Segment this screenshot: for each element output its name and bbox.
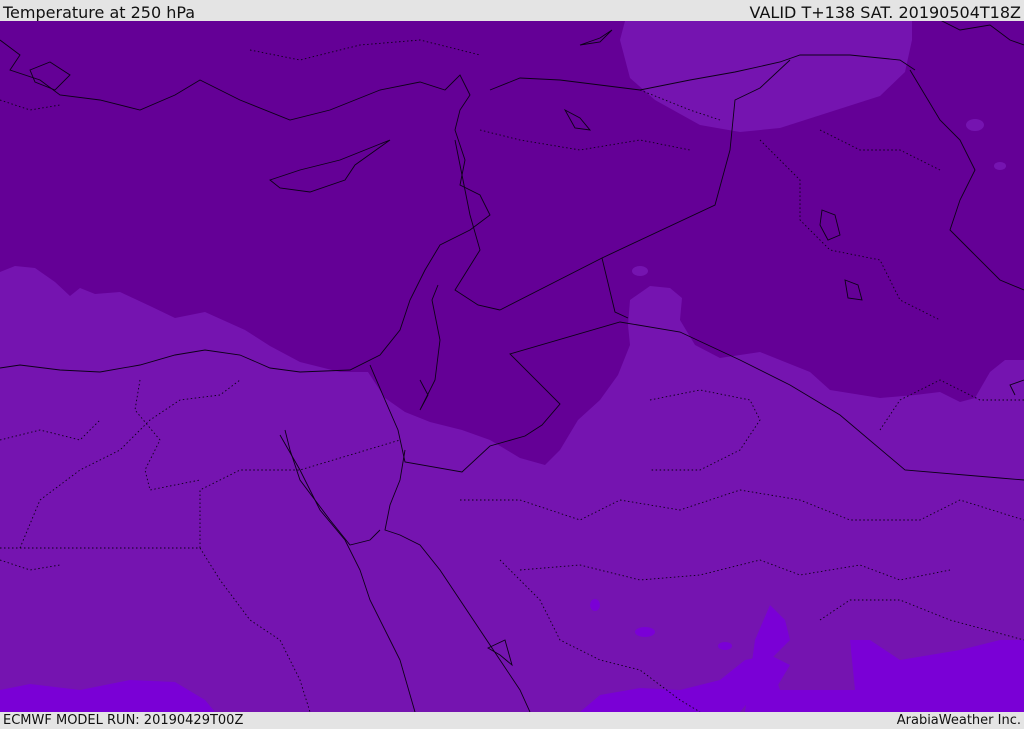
model-run: ECMWF MODEL RUN: 20190429T00Z (3, 713, 244, 728)
temp-patch-d (994, 162, 1006, 170)
temp-patch-b (632, 266, 648, 276)
credit: ArabiaWeather Inc. (896, 713, 1021, 728)
valid-time: VALID T+138 SAT. 20190504T18Z (749, 3, 1021, 22)
temp-patch-e (635, 627, 655, 637)
temp-patch-g (718, 642, 732, 650)
temp-patch-f (590, 599, 600, 611)
temperature-map (0, 21, 1024, 712)
map-footer: ECMWF MODEL RUN: 20190429T00Z ArabiaWeat… (0, 712, 1024, 729)
temp-patch-a (123, 236, 137, 244)
temp-patch-c (966, 119, 984, 131)
map-title: Temperature at 250 hPa (3, 3, 196, 22)
map-header: Temperature at 250 hPa VALID T+138 SAT. … (0, 0, 1024, 21)
